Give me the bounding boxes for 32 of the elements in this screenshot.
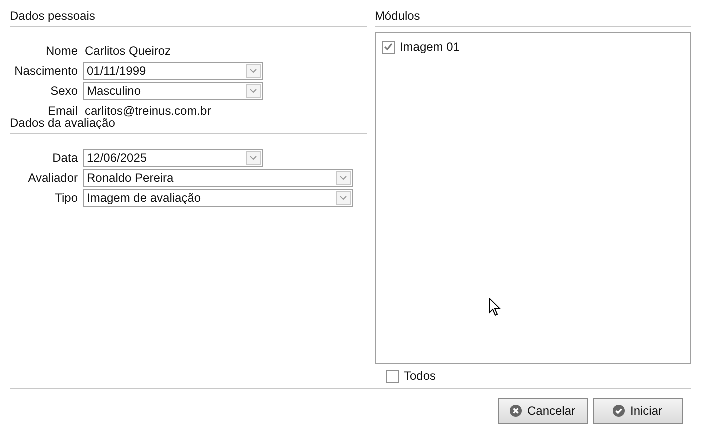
checkbox-label: Todos: [404, 368, 436, 385]
check-circle-icon: [613, 405, 626, 417]
chevron-down-icon: [246, 151, 261, 165]
module-label: Imagem 01: [400, 39, 460, 56]
dropdown-field[interactable]: 12/06/2025: [83, 149, 263, 167]
field-label: Tipo: [54, 190, 78, 207]
section-title: Dados da avaliação: [10, 116, 116, 131]
dropdown-field[interactable]: Ronaldo Pereira: [83, 169, 353, 187]
cursor-icon: [489, 298, 501, 317]
section-title: Módulos: [374, 9, 422, 24]
checkbox[interactable]: [386, 370, 399, 382]
field-value: Carlitos Queiroz: [84, 43, 172, 60]
dropdown-field[interactable]: Imagem de avaliação: [83, 189, 353, 207]
chevron-down-icon: [336, 191, 351, 205]
checkbox[interactable]: [382, 40, 395, 54]
cancel-button[interactable]: Cancelar: [498, 398, 588, 424]
close-icon: [510, 405, 522, 417]
field-label: Data: [52, 150, 78, 167]
section-title: Dados pessoais: [10, 9, 96, 24]
chevron-down-icon: [246, 84, 261, 98]
check-icon: [384, 43, 393, 51]
field-label: Sexo: [50, 83, 78, 100]
chevron-down-icon: [336, 171, 351, 185]
field-label: Nascimento: [14, 63, 78, 80]
field-label: Email: [46, 103, 78, 118]
field-label: Nome: [44, 43, 78, 60]
field-label: Avaliador: [27, 170, 78, 187]
confirm-button[interactable]: Iniciar: [593, 398, 683, 424]
field-value: carlitos@treinus.com.br: [84, 103, 212, 118]
chevron-down-icon: [246, 64, 261, 78]
dropdown-field[interactable]: Masculino: [83, 82, 263, 100]
dropdown-field[interactable]: 01/11/1999: [83, 62, 263, 80]
